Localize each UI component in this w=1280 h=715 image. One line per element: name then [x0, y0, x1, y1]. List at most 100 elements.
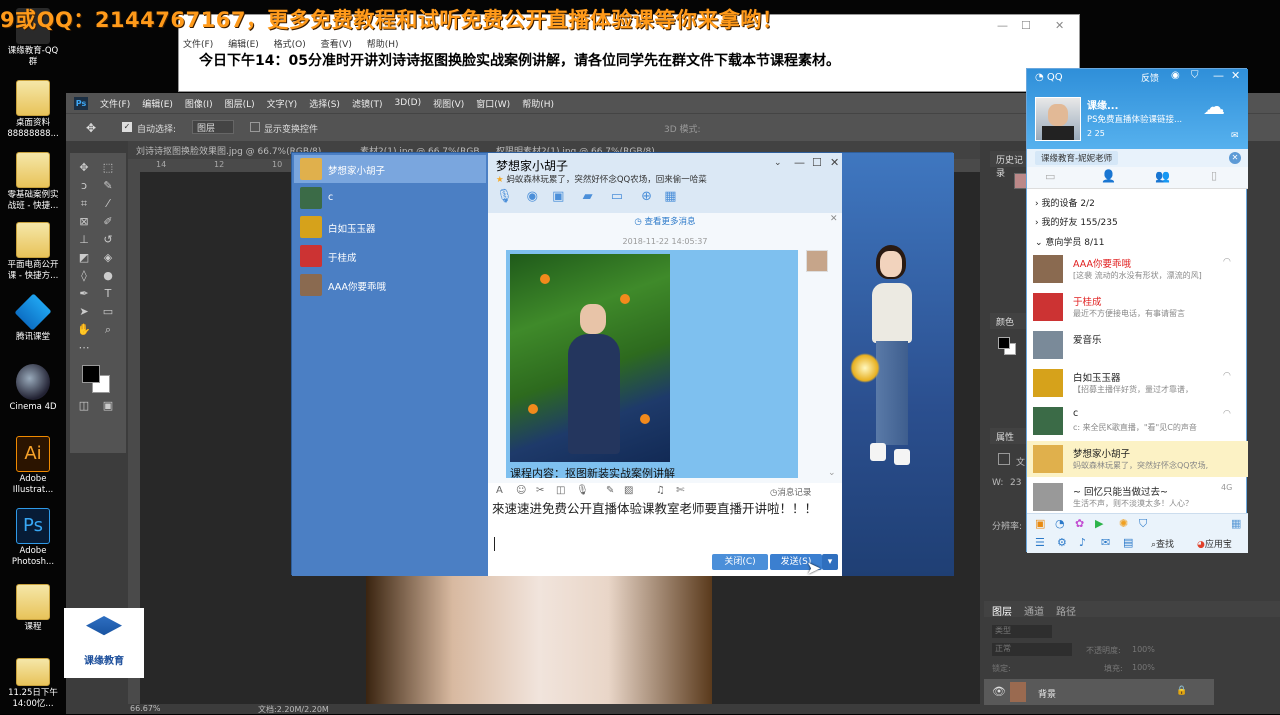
maximize-icon[interactable]: ☐: [812, 156, 822, 169]
chevron-down-icon[interactable]: ⌄: [774, 158, 782, 168]
menu-edit[interactable]: 编辑(E): [228, 40, 259, 50]
brush-tool-icon[interactable]: ✐: [100, 215, 116, 229]
auto-select-checkbox[interactable]: ✓: [122, 122, 132, 132]
eyedropper-tool-icon[interactable]: ⁄: [100, 197, 116, 211]
pen-tool-icon[interactable]: ✒: [76, 287, 92, 301]
close-icon[interactable]: ✕: [1055, 19, 1064, 32]
message-bubble[interactable]: 课程内容：抠图新装实战案例讲解: [506, 250, 798, 478]
desktop-icon-materials[interactable]: 桌面资料88888888...: [4, 80, 62, 140]
desktop-icon-cinema4d[interactable]: Cinema 4D: [4, 364, 62, 413]
apps-icon[interactable]: ▦: [664, 189, 676, 204]
file-transfer-icon[interactable]: ▰: [583, 189, 593, 204]
menu-view[interactable]: 查看(V): [321, 40, 352, 50]
opacity-value[interactable]: 100%: [1132, 645, 1155, 654]
cut-icon[interactable]: ✄: [676, 485, 684, 496]
quick-mask-icon[interactable]: ◫: [76, 399, 92, 413]
eraser-tool-icon[interactable]: ◩: [76, 251, 92, 265]
group-prospective-students[interactable]: ⌄ 意向学员 8/11: [1035, 235, 1104, 248]
type-tool-icon[interactable]: T: [100, 287, 116, 301]
screen-share-icon[interactable]: ▣: [552, 189, 564, 204]
search-input[interactable]: 课缘教育-妮妮老师: [1035, 151, 1119, 165]
layer-kind-filter[interactable]: 类型: [992, 625, 1052, 638]
voice-msg-icon[interactable]: 🎙: [576, 485, 589, 496]
contact-row[interactable]: 于桂成 最近不方便接电话，有事请留言: [1027, 289, 1248, 325]
desktop-icon-illustrator[interactable]: Ai Adobe Illustrat...: [4, 436, 62, 496]
scroll-down-icon[interactable]: ⌄: [828, 468, 836, 478]
layer-row-background[interactable]: 👁 背景 🔒: [984, 679, 1214, 705]
message-image[interactable]: [510, 254, 670, 462]
quick-select-tool-icon[interactable]: ✎: [100, 179, 116, 193]
menu-format[interactable]: 格式(O): [274, 40, 306, 50]
ps-menu-3d[interactable]: 3D(D): [394, 98, 421, 108]
contact-row-selected[interactable]: 梦想家小胡子 蚂蚁森林玩累了，突然好怀念QQ农场,: [1027, 441, 1248, 477]
feedback-link[interactable]: 反馈: [1141, 71, 1159, 84]
hand-tool-icon[interactable]: ✋: [76, 323, 92, 337]
foreground-color-swatch[interactable]: [82, 365, 100, 383]
chat-contact-item[interactable]: 白如玉玉器: [294, 213, 486, 241]
layer-select[interactable]: 图层: [192, 120, 234, 134]
zoom-tool-icon[interactable]: ⌕: [100, 323, 116, 337]
chat-contact-item[interactable]: 于桂成: [294, 242, 486, 270]
ps-menu-layer[interactable]: 图层(L): [225, 97, 255, 110]
add-contact-icon[interactable]: ⊕: [641, 189, 652, 204]
canvas-photo[interactable]: [366, 574, 712, 707]
ps-menu-view[interactable]: 视图(V): [433, 97, 464, 110]
image-icon[interactable]: ▨: [624, 485, 633, 496]
show-transform-checkbox[interactable]: [250, 122, 260, 132]
message-history-button[interactable]: ◷消息记录: [770, 486, 811, 498]
ps-menu-image[interactable]: 图像(I): [185, 97, 213, 110]
weather-cloud-icon[interactable]: ☁: [1203, 95, 1243, 121]
close-button[interactable]: 关闭(C): [712, 554, 768, 570]
sound-icon[interactable]: ♪: [1079, 536, 1086, 549]
chat-contact-item[interactable]: AAA你要乖哦: [294, 271, 486, 299]
properties-panel-tab[interactable]: 属性: [990, 428, 1030, 444]
minimize-icon[interactable]: —: [1213, 69, 1224, 82]
maximize-icon[interactable]: ☐: [1021, 19, 1031, 32]
play-icon[interactable]: ▶: [1095, 517, 1103, 530]
magic-icon[interactable]: ✂: [536, 485, 544, 496]
layer-visibility-eye-icon[interactable]: 👁: [992, 685, 1006, 698]
desktop-icon-ecommerce[interactable]: 平面电商公开课 - 快捷方...: [4, 222, 62, 282]
desktop-icon-tencent-class[interactable]: 腾讯课堂: [4, 293, 62, 343]
edit-icon[interactable]: ✎: [606, 485, 614, 496]
ps-menu-edit[interactable]: 编辑(E): [142, 97, 173, 110]
tab-layers[interactable]: 图层: [992, 603, 1012, 618]
move-tool-icon[interactable]: ✥: [76, 161, 92, 175]
screen-mode-icon[interactable]: ▣: [100, 399, 116, 413]
minimize-icon[interactable]: —: [794, 156, 805, 169]
close-icon[interactable]: ✕: [1231, 69, 1240, 82]
user-signature[interactable]: PS免费直播体验课链接...: [1087, 113, 1187, 125]
sender-avatar[interactable]: [806, 250, 828, 272]
tab-groups-icon[interactable]: 👥: [1155, 169, 1170, 183]
menu-help[interactable]: 帮助(H): [367, 40, 399, 50]
ps-menu-file[interactable]: 文件(F): [100, 97, 130, 110]
more-tools-icon[interactable]: ⋯: [76, 341, 92, 355]
apps-grid-icon[interactable]: ▦: [1231, 517, 1241, 530]
find-button[interactable]: ⌕查找: [1151, 537, 1174, 550]
close-notice-icon[interactable]: ✕: [830, 214, 838, 224]
zoom-level[interactable]: 66.67%: [130, 704, 161, 713]
sun-icon[interactable]: ✺: [1119, 517, 1128, 530]
shield-icon[interactable]: ⛉: [1191, 70, 1199, 81]
clear-search-icon[interactable]: ✕: [1229, 152, 1241, 164]
bucket-tool-icon[interactable]: ◈: [100, 251, 116, 265]
game-icon[interactable]: ▣: [1035, 517, 1045, 530]
desktop-icon-case-class[interactable]: 零基础案例实战班 - 快捷...: [4, 152, 62, 212]
flower-icon[interactable]: ✿: [1075, 517, 1084, 530]
contact-row[interactable]: AAA你要乖哦 [这裴 流动的水没有形状，漂流的风] ◠: [1027, 251, 1248, 287]
settings-gear-icon[interactable]: ⚙: [1057, 536, 1067, 549]
crop-tool-icon[interactable]: ⌗: [76, 197, 92, 211]
panel-fg-swatch[interactable]: [998, 337, 1010, 349]
group-my-friends[interactable]: › 我的好友 155/235: [1035, 215, 1118, 228]
blend-mode-select[interactable]: 正常: [992, 643, 1072, 656]
stamp-tool-icon[interactable]: ⊥: [76, 233, 92, 247]
font-icon[interactable]: A: [496, 485, 503, 496]
app-store-button[interactable]: ◕应用宝: [1197, 537, 1232, 550]
blur-tool-icon[interactable]: ◊: [76, 269, 92, 283]
contact-row[interactable]: 白如玉玉器 【招募主播伴好货，量过才靠谱， ◠: [1027, 365, 1248, 401]
lasso-tool-icon[interactable]: ↄ: [76, 179, 92, 193]
ps-menu-window[interactable]: 窗口(W): [476, 97, 510, 110]
dodge-tool-icon[interactable]: ●: [100, 269, 116, 283]
history-brush-icon[interactable]: ↺: [100, 233, 116, 247]
skin-icon[interactable]: ◉: [1171, 70, 1180, 81]
